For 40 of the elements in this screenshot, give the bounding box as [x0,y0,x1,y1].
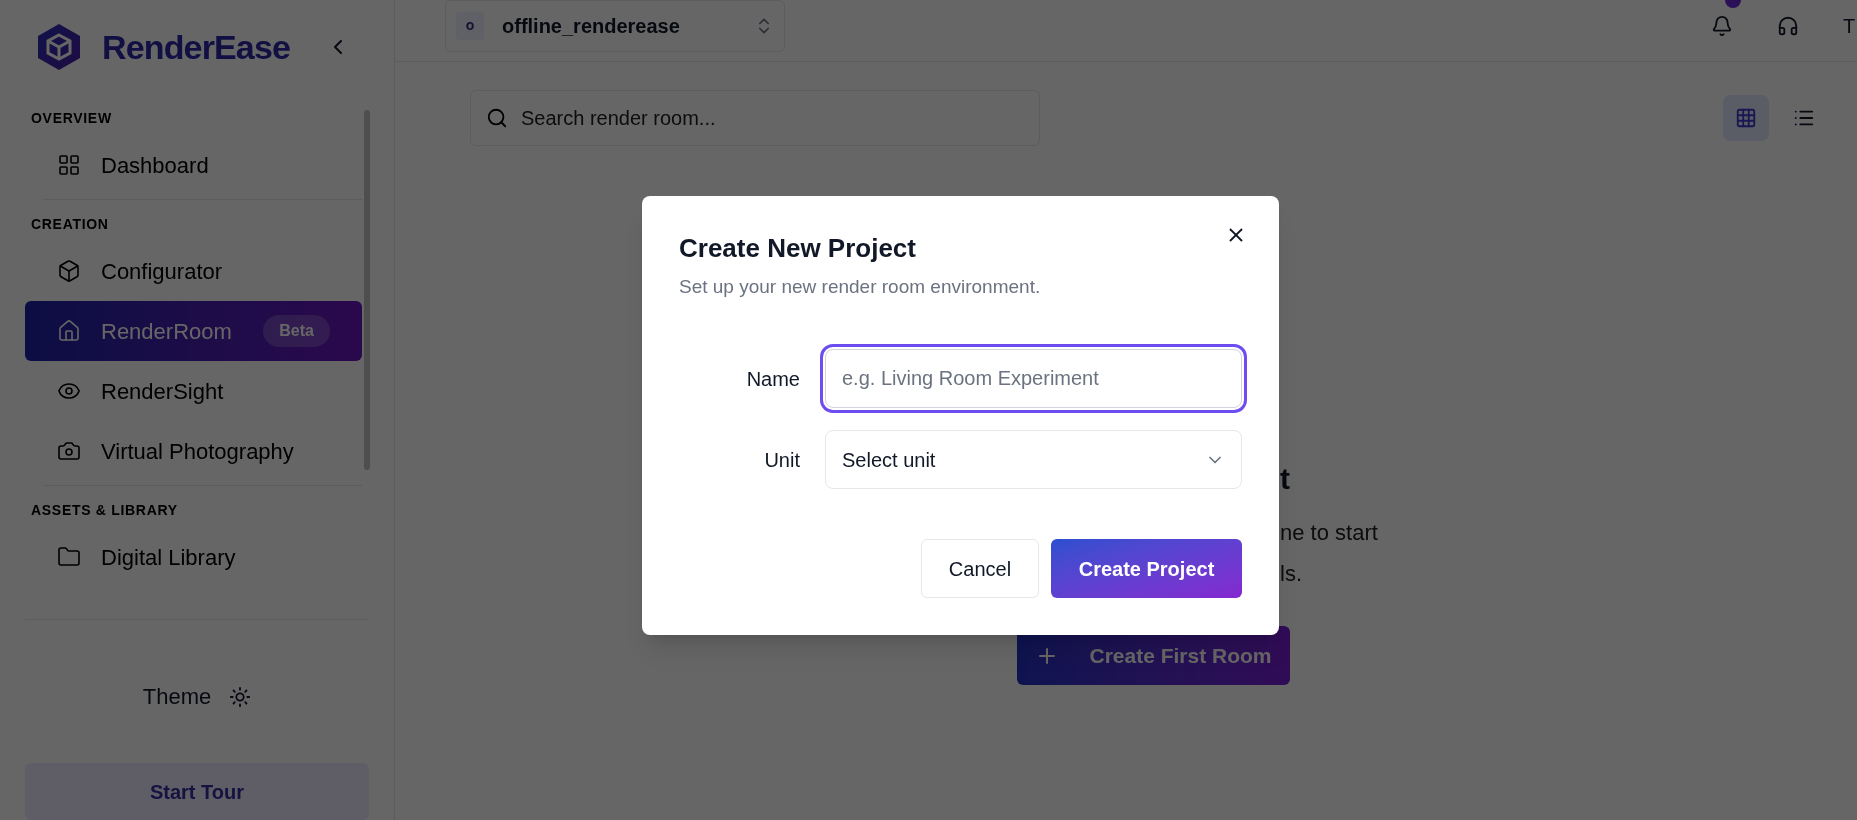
dialog-title: Create New Project [679,232,917,265]
section-heading: OVERVIEW [30,109,113,129]
grid-icon [1735,107,1757,129]
cube-icon [57,259,81,284]
start-tour-button[interactable]: Start Tour [25,763,369,820]
section-heading: CREATION [30,215,110,235]
nav-item[interactable]: Digital Library [25,527,362,588]
hexagon-cube-logo-icon [36,23,82,72]
nav-item[interactable]: RenderSight [25,361,362,422]
project-avatar: o [456,11,484,40]
empty-state-text: ne to start [1280,519,1378,547]
theme-label: Theme [142,683,212,712]
nav-item[interactable]: Configurator [25,241,362,302]
empty-state-title: t [1280,464,1290,494]
section-heading: ASSETS & LIBRARY [30,501,179,521]
theme-toggle[interactable] [229,685,252,708]
bell-icon [1711,14,1733,37]
project-selector[interactable]: o offline_renderease [445,0,785,52]
field-label: Name [745,366,800,392]
headset-icon [1777,14,1799,37]
dialog-subtitle: Set up your new render room environment. [679,274,1042,299]
search-icon [486,107,508,129]
create-project-button[interactable]: Create Project [1051,539,1242,598]
support-button[interactable] [1777,14,1799,37]
user-avatar[interactable]: T [1843,10,1857,41]
nav-item[interactable]: RenderRoom Beta [25,301,362,362]
nav-item[interactable]: Virtual Photography [25,421,362,482]
cancel-button[interactable]: Cancel [921,539,1039,598]
field-label: Unit [763,447,800,473]
unit-select[interactable]: Select unit [825,430,1242,489]
search-field[interactable]: Search render room... [470,90,1040,146]
grid-view-button[interactable] [1723,95,1769,141]
house-icon [57,319,81,344]
empty-state-text: ls. [1280,560,1302,588]
notifications-button[interactable] [1711,14,1733,37]
sun-icon [229,685,252,708]
grid-icon [57,153,81,178]
nav-item[interactable]: Dashboard [25,135,362,196]
name-input[interactable]: e.g. Living Room Experiment [825,349,1242,408]
brand-name: RenderEase [102,26,291,68]
